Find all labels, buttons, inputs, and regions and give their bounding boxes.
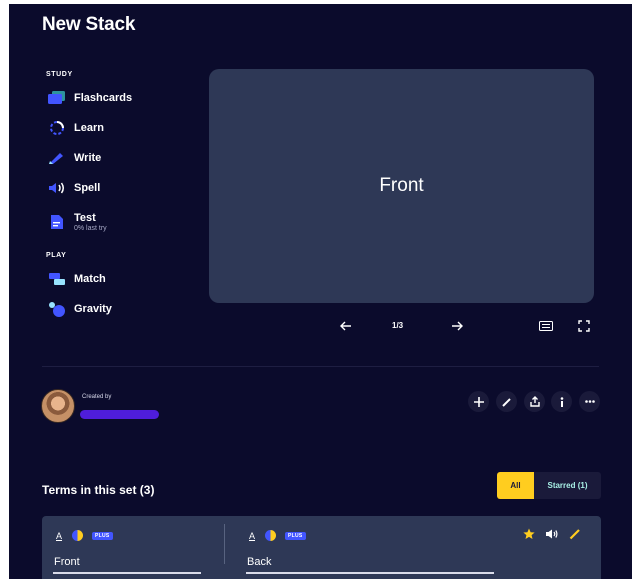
sidebar-item-gravity[interactable]: Gravity (48, 298, 112, 320)
pencil-icon (569, 529, 580, 540)
plus-badge: PLUS (92, 531, 113, 540)
filter-all-tab[interactable]: All (497, 472, 534, 499)
page-title: New Stack (42, 14, 136, 35)
star-button[interactable] (523, 528, 535, 540)
sidebar-item-label: Write (74, 152, 102, 164)
next-card-button[interactable] (449, 317, 465, 335)
filter-starred-tab[interactable]: Starred (1) (534, 472, 601, 499)
sidebar-item-learn[interactable]: Learn (48, 117, 104, 139)
info-button[interactable] (551, 391, 572, 412)
color-picker-icon[interactable] (265, 530, 277, 541)
color-picker-icon[interactable] (72, 530, 84, 541)
add-button[interactable] (468, 391, 489, 412)
fullscreen-button[interactable] (575, 317, 593, 335)
spell-icon (48, 180, 66, 196)
sidebar-item-label: Spell (74, 182, 101, 194)
arrow-left-icon (340, 321, 351, 331)
term-row: A PLUS Front A PLUS Back (42, 516, 601, 579)
sidebar-item-write[interactable]: Write (48, 147, 101, 169)
ellipsis-icon (584, 400, 595, 403)
terms-heading: Terms in this set (3) (42, 483, 155, 497)
plus-badge: PLUS (285, 531, 306, 540)
edit-term-button[interactable] (569, 528, 581, 540)
definition-text[interactable]: Back (247, 556, 271, 568)
write-icon (48, 150, 66, 166)
flashcards-icon (48, 90, 66, 106)
column-divider (224, 524, 225, 564)
text-format-icon[interactable]: A (56, 531, 62, 541)
share-button[interactable] (524, 391, 545, 412)
sidebar-item-label: Learn (74, 122, 104, 134)
play-section-label: PLAY (46, 252, 67, 259)
sidebar-item-label: Gravity (74, 303, 112, 315)
keyboard-shortcuts-button[interactable] (537, 317, 555, 335)
previous-card-button[interactable] (338, 317, 354, 335)
sidebar-item-label: Test (74, 211, 96, 224)
share-icon (529, 396, 540, 407)
edit-button[interactable] (496, 391, 517, 412)
card-counter: 1/3 (392, 321, 404, 330)
study-section-label: STUDY (46, 71, 73, 78)
keyboard-icon (539, 321, 553, 331)
term-text[interactable]: Front (54, 556, 80, 568)
learn-icon (48, 120, 66, 136)
app-window: New Stack STUDY Flashcards Learn Write S… (9, 4, 632, 579)
flashcard-text: Front (379, 175, 424, 196)
term-underline (53, 572, 201, 574)
plus-icon (473, 396, 484, 407)
flashcard[interactable]: Front (209, 69, 594, 303)
more-options-button[interactable] (579, 391, 600, 412)
gravity-icon (48, 301, 66, 317)
test-icon (48, 214, 66, 230)
info-icon (560, 396, 563, 407)
avatar[interactable] (41, 389, 75, 423)
sidebar-item-spell[interactable]: Spell (48, 177, 100, 199)
arrow-right-icon (452, 321, 463, 331)
speaker-icon (546, 529, 558, 539)
star-icon (523, 528, 535, 539)
creator-username[interactable] (80, 410, 159, 419)
sidebar-item-label: Flashcards (74, 92, 133, 104)
definition-underline (246, 572, 494, 574)
created-by-label: Created by (82, 394, 112, 400)
sidebar-item-test[interactable]: Test 0% last try (48, 209, 107, 235)
fullscreen-icon (578, 320, 590, 332)
pencil-icon (501, 397, 511, 407)
test-last-score: 0% last try (74, 224, 107, 232)
text-format-icon[interactable]: A (249, 531, 255, 541)
sidebar-item-label: Match (74, 273, 106, 285)
section-divider (42, 366, 599, 367)
audio-button[interactable] (545, 528, 558, 540)
match-icon (48, 271, 66, 287)
sidebar-item-match[interactable]: Match (48, 268, 106, 290)
sidebar-item-flashcards[interactable]: Flashcards (48, 87, 132, 109)
